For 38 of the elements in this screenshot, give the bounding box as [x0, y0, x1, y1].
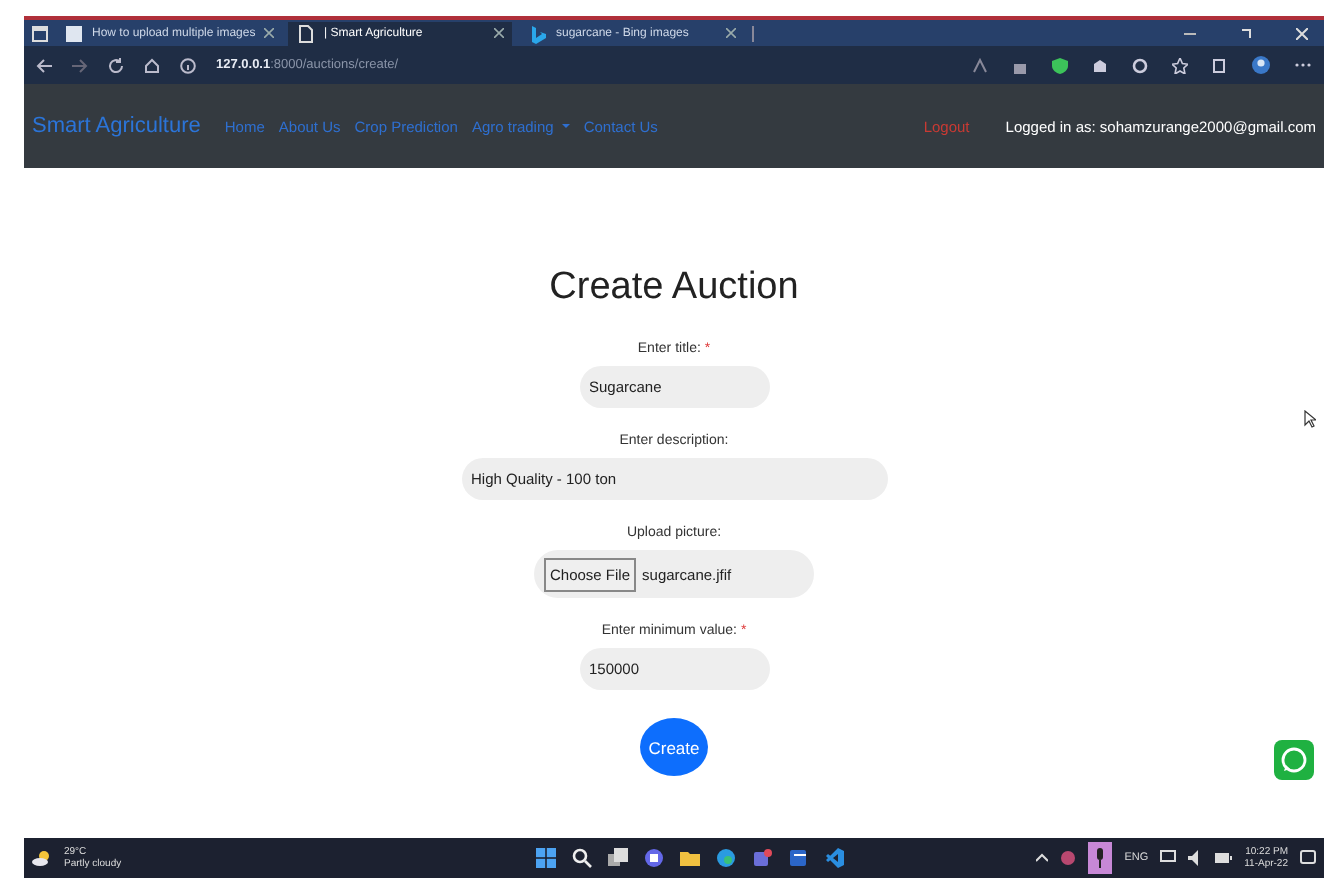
restore-icon[interactable] [1240, 27, 1252, 39]
browser-icon[interactable] [715, 848, 736, 868]
search-icon[interactable] [571, 848, 592, 868]
caret-icon [561, 124, 570, 128]
weather-icon [32, 850, 52, 866]
teams-icon[interactable] [751, 848, 772, 868]
cursor-icon [1304, 410, 1316, 428]
info-icon [180, 57, 196, 73]
tab-icon [64, 23, 84, 43]
close-tab-icon[interactable] [263, 28, 274, 38]
close-tab-icon[interactable] [494, 28, 504, 38]
tab-actions-icon[interactable] [32, 25, 48, 41]
close-tab-icon[interactable] [726, 28, 736, 38]
task-view-icon[interactable] [607, 848, 628, 868]
volume-icon[interactable] [1188, 850, 1203, 866]
app-icon[interactable] [1060, 850, 1077, 866]
shield-icon[interactable] [1052, 57, 1068, 73]
microphone-icon[interactable] [1088, 842, 1113, 874]
start-icon[interactable] [535, 848, 556, 868]
folder-icon[interactable] [679, 848, 700, 868]
tab-icon [296, 23, 316, 43]
create-button[interactable]: Create [640, 718, 708, 776]
caret-icon[interactable] [1036, 852, 1049, 864]
refresh-icon[interactable] [108, 57, 124, 73]
tab-icon [528, 23, 548, 43]
more-icon[interactable] [1294, 62, 1312, 68]
minimize-icon[interactable] [1184, 27, 1196, 39]
battery-icon[interactable] [1214, 852, 1233, 864]
page-heading: Create Auction [549, 266, 799, 310]
home-icon[interactable] [144, 57, 160, 73]
favorites-icon[interactable] [1172, 57, 1188, 73]
document-icon[interactable] [787, 848, 808, 868]
profile-icon[interactable] [1252, 56, 1270, 74]
back-icon[interactable] [36, 57, 52, 73]
chat-icon[interactable] [643, 848, 664, 868]
forward-icon[interactable] [72, 57, 88, 73]
close-icon[interactable] [1296, 27, 1308, 39]
code-editor-icon[interactable] [823, 848, 844, 868]
